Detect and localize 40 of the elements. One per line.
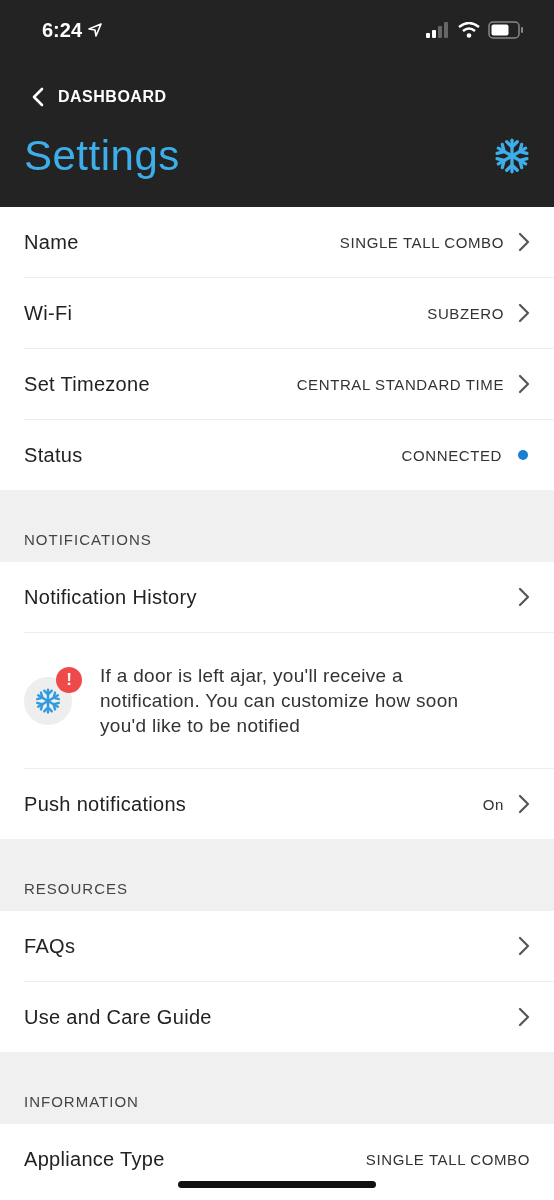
row-label: Notification History	[24, 585, 198, 609]
signal-icon	[426, 22, 450, 38]
location-arrow-icon	[88, 23, 103, 37]
settings-row[interactable]: Push notifications On	[24, 769, 554, 839]
chevron-icon	[518, 374, 530, 394]
chevron-icon	[518, 232, 530, 252]
section-header: INFORMATION	[24, 1093, 139, 1110]
alert-badge: !	[56, 666, 82, 693]
row-value: SINGLE TALL COMBO	[339, 233, 504, 251]
row-label: Wi-Fi	[24, 301, 74, 325]
snowflake-icon	[35, 687, 61, 714]
chevron-icon	[518, 587, 530, 607]
section-header: RESOURCES	[24, 880, 129, 897]
chevron-icon	[518, 936, 530, 956]
battery-icon	[488, 21, 524, 39]
chevron-icon	[518, 794, 530, 814]
row-value: On	[482, 795, 504, 813]
home-indicator[interactable]	[178, 1181, 376, 1188]
back-button[interactable]: DASHBOARD	[32, 87, 167, 107]
row-label: Status	[24, 443, 84, 467]
row-label: Use and Care Guide	[24, 1005, 213, 1029]
clock-time: 6:24	[42, 18, 83, 42]
row-value: CENTRAL STANDARD TIME	[296, 375, 504, 393]
section-header: NOTIFICATIONS	[24, 531, 152, 548]
row-value: SINGLE TALL COMBO	[365, 1150, 530, 1168]
back-chevron-icon	[32, 87, 44, 107]
chevron-icon	[518, 1007, 530, 1027]
row-value: SUBZERO	[427, 304, 504, 322]
row-label: Set Timezone	[24, 372, 151, 396]
info-text: If a door is left ajar, you'll receive a notification. You can customize how soon you'd like to be notified	[100, 664, 460, 738]
row-label: FAQs	[24, 934, 77, 958]
wifi-icon	[458, 22, 480, 38]
row-label: Appliance Type	[24, 1147, 166, 1171]
snowflake-icon	[494, 138, 530, 174]
page-title: Settings	[24, 132, 180, 180]
chevron-icon	[518, 303, 530, 323]
row-label: Name	[24, 230, 80, 254]
settings-row[interactable]: Use and Care Guide	[24, 982, 554, 1052]
row-value: CONNECTED	[401, 446, 502, 464]
row-label: Push notifications	[24, 792, 188, 816]
